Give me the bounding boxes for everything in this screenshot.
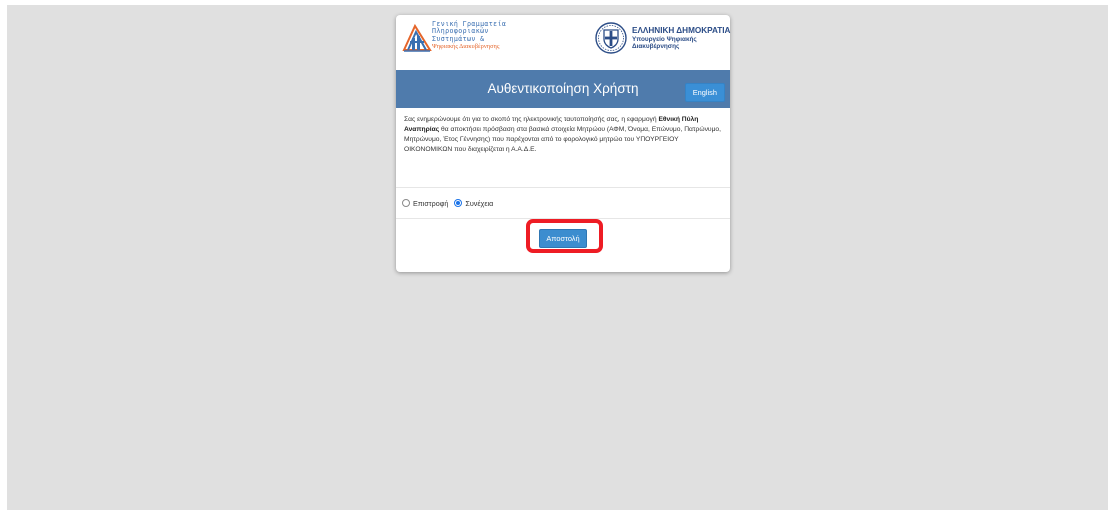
choice-options: Επιστροφή Συνέχεια xyxy=(396,188,730,218)
back-option-label: Επιστροφή xyxy=(413,198,449,208)
gsis-line-3: Συστημάτων & xyxy=(432,34,485,43)
gov-ministry-line-1: Υπουργείο Ψηφιακής xyxy=(632,36,697,43)
greek-government-logo: ΕΛΛΗΝΙΚΗ ΔΗΜΟΚΡΑΤΙΑ Υπουργείο Ψηφιακής Δ… xyxy=(594,21,732,59)
logo-bar: Γενική Γραμματεία Πληροφοριακών Συστημάτ… xyxy=(396,15,730,70)
english-language-button[interactable]: English xyxy=(684,83,725,102)
gsis-logo-text: Γενική Γραμματεία Πληροφοριακών Συστημάτ… xyxy=(432,20,506,50)
back-option[interactable]: Επιστροφή xyxy=(402,199,448,208)
continue-radio[interactable] xyxy=(454,199,463,207)
gov-title: ΕΛΛΗΝΙΚΗ ΔΗΜΟΚΡΑΤΙΑ xyxy=(632,26,731,35)
continue-option-label: Συνέχεια xyxy=(465,198,494,208)
notice-text-part-1: Σας ενημερώνουμε ότι για το σκοπό της ηλ… xyxy=(404,116,659,123)
gsis-logo: Γενική Γραμματεία Πληροφοριακών Συστημάτ… xyxy=(402,20,562,62)
submit-area: Αποστολή xyxy=(396,219,730,263)
greek-coat-of-arms-icon xyxy=(595,22,627,54)
authentication-card: Γενική Γραμματεία Πληροφοριακών Συστημάτ… xyxy=(396,15,730,272)
continue-option[interactable]: Συνέχεια xyxy=(454,199,493,208)
gov-ministry: Υπουργείο Ψηφιακής Διακυβέρνησης xyxy=(632,36,697,51)
browser-viewport: Γενική Γραμματεία Πληροφοριακών Συστημάτ… xyxy=(7,5,1108,510)
consent-notice: Σας ενημερώνουμε ότι για το σκοπό της ηλ… xyxy=(396,108,730,187)
page-title: Αυθεντικοποίηση Χρήστη xyxy=(487,81,639,96)
gov-ministry-line-2: Διακυβέρνησης xyxy=(632,43,680,51)
header-bar: Αυθεντικοποίηση Χρήστη English xyxy=(396,70,730,108)
back-radio[interactable] xyxy=(402,199,410,207)
notice-text-part-2: θα αποκτήσει πρόσβαση στα βασικά στοιχεί… xyxy=(404,126,722,153)
gsis-logo-icon xyxy=(402,23,432,52)
gsis-line-4: Ψηφιακής Διακυβέρνησης xyxy=(432,42,500,50)
submit-button[interactable]: Αποστολή xyxy=(539,229,587,248)
